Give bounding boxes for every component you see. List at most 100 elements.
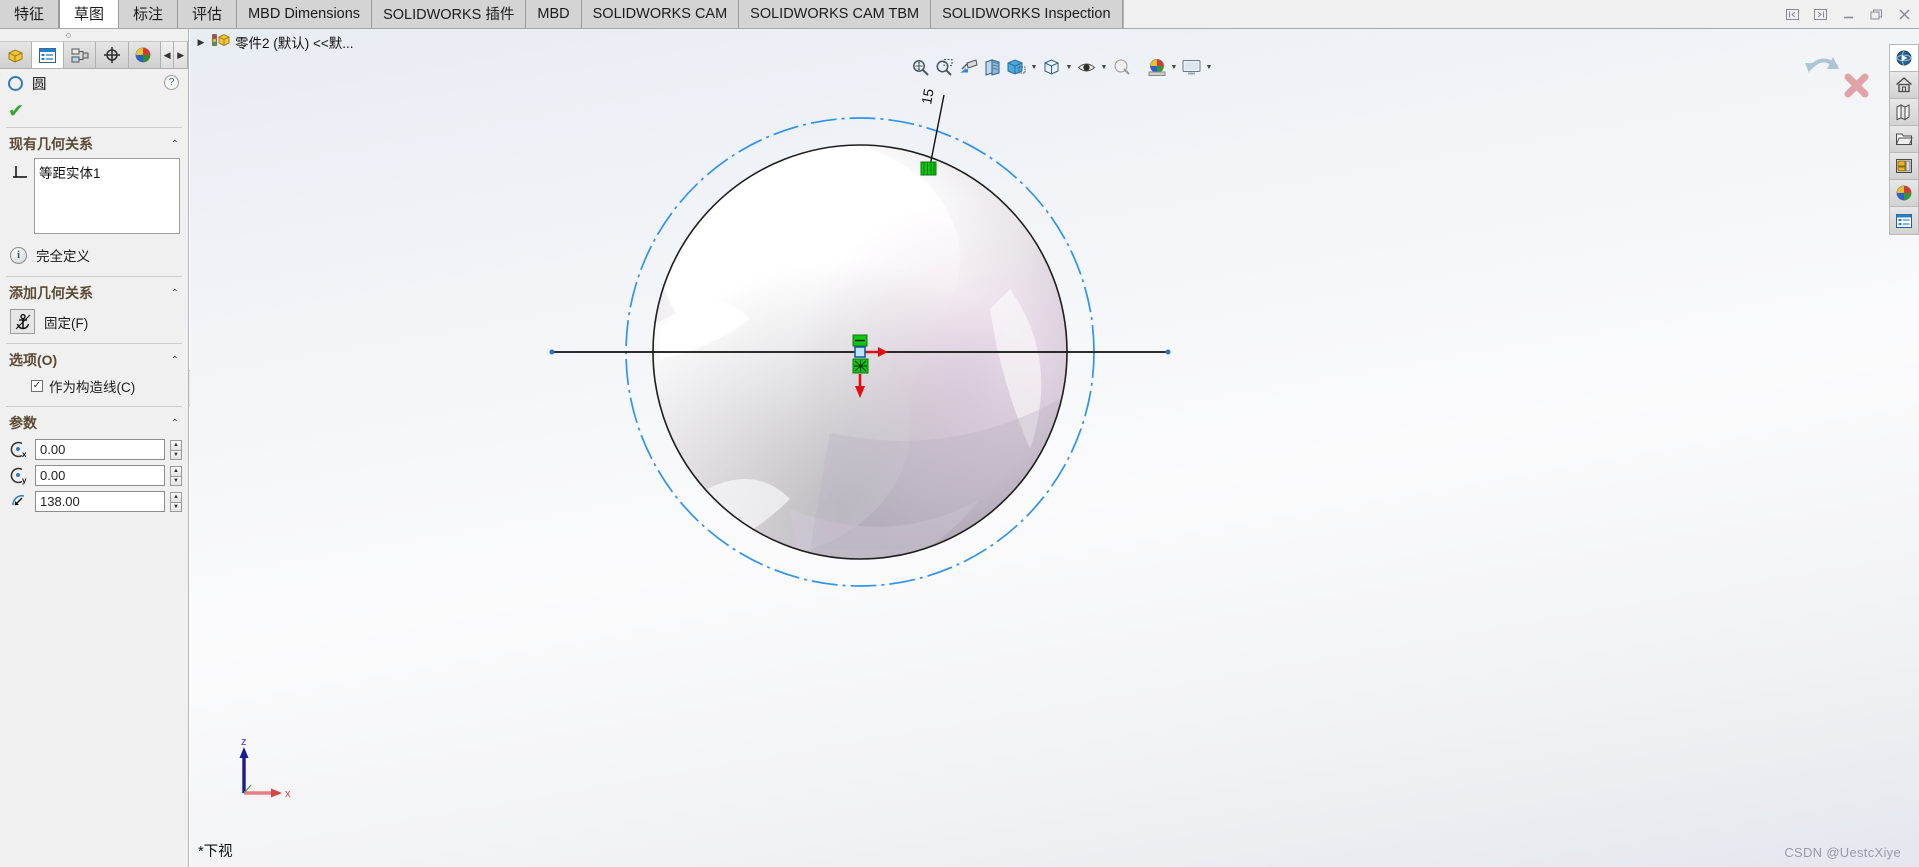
- custom-properties-icon[interactable]: [1890, 207, 1918, 234]
- for-construction-row[interactable]: ✓ 作为构造线(C): [0, 374, 188, 403]
- panel-pin-dot: [66, 33, 71, 38]
- chevron-up-icon[interactable]: ⌃: [171, 355, 179, 366]
- property-manager-header: 圆 ?: [0, 69, 188, 98]
- parameter-radius-row: 138.00 ▲ ▼: [0, 489, 188, 515]
- existing-relations-row: 等距实体1: [0, 158, 188, 234]
- ribbon-tab-1[interactable]: 特征: [0, 0, 60, 28]
- home-icon[interactable]: [1890, 72, 1918, 99]
- origin-point[interactable]: [854, 346, 866, 358]
- triad-z-label: z: [241, 737, 247, 748]
- view-settings-icon[interactable]: [1181, 57, 1202, 78]
- confirm-corner: [1803, 53, 1875, 103]
- collapse-left-icon[interactable]: [1784, 6, 1801, 23]
- pmtab-configuration-manager[interactable]: [64, 42, 97, 68]
- fix-relation-row: 固定(F): [0, 307, 188, 340]
- feature-tree-root-item[interactable]: ▶ 零件2 (默认) <<默...: [196, 32, 354, 53]
- circle-property-icon: [8, 76, 23, 91]
- property-ok-row: ✔: [0, 98, 188, 124]
- chevron-up-icon[interactable]: ⌃: [171, 139, 179, 150]
- ribbon-tab-5[interactable]: MBD Dimensions: [237, 0, 373, 28]
- ribbon-tab-8[interactable]: SOLIDWORKS CAM: [581, 0, 740, 28]
- property-manager-title: 圆: [32, 77, 47, 93]
- 3d-content-central-icon[interactable]: [1890, 45, 1918, 72]
- apply-scene-icon[interactable]: [1146, 57, 1167, 78]
- anchor-fix-icon[interactable]: [10, 309, 35, 334]
- minimize-icon[interactable]: [1840, 6, 1857, 23]
- center-y-stepper[interactable]: ▲ ▼: [170, 465, 182, 486]
- pmtab-property-manager[interactable]: [32, 42, 65, 68]
- axis-endpoint-right[interactable]: [1165, 349, 1171, 355]
- pmtab-scroll-right[interactable]: ▶: [174, 42, 188, 68]
- coordinate-triad: z x: [230, 736, 300, 807]
- relation-marker-fix[interactable]: [852, 358, 869, 374]
- center-y-input[interactable]: 0.00: [35, 465, 165, 486]
- task-pane-strip: [1889, 44, 1919, 235]
- section-title: 添加几何关系: [9, 285, 93, 301]
- graphics-viewport[interactable]: 15 ▶ 零件2 (默认) <<默... ▼ ▼ ▼ ▼ ▼ z x *下视 C…: [190, 29, 1919, 867]
- pmtab-dimxpert-manager[interactable]: [96, 42, 129, 68]
- chevron-down-icon[interactable]: ▼: [1205, 64, 1213, 71]
- info-icon: i: [10, 246, 27, 264]
- section-header-add-relations[interactable]: 添加几何关系 ⌃: [0, 277, 188, 307]
- part-stoplight-icon: [211, 32, 230, 53]
- pmtab-display-manager[interactable]: [128, 42, 161, 68]
- appearances-scenes-icon[interactable]: [1890, 180, 1918, 207]
- chevron-up-icon[interactable]: ⌃: [171, 418, 179, 429]
- restore-icon[interactable]: [1868, 6, 1885, 23]
- ribbon-tab-10[interactable]: SOLIDWORKS Inspection: [931, 0, 1123, 28]
- center-x-input[interactable]: 0.00: [35, 439, 165, 460]
- close-icon[interactable]: [1896, 6, 1913, 23]
- zoom-to-fit-icon[interactable]: [910, 57, 931, 78]
- ribbon-tab-3[interactable]: 标注: [119, 0, 179, 28]
- chevron-down-icon[interactable]: ▼: [1065, 64, 1073, 71]
- fix-relation-label: 固定(F): [44, 315, 89, 331]
- for-construction-checkbox[interactable]: ✓: [31, 380, 43, 392]
- edit-appearance-icon[interactable]: [1111, 57, 1132, 78]
- design-library-icon[interactable]: [1890, 99, 1918, 126]
- chevron-up-icon[interactable]: ⌃: [171, 288, 179, 299]
- chevron-down-icon[interactable]: ▼: [1100, 64, 1108, 71]
- radius-stepper[interactable]: ▲ ▼: [170, 491, 182, 512]
- parameter-center-x-row: x 0.00 ▲ ▼: [0, 437, 188, 463]
- center-x-stepper[interactable]: ▲ ▼: [170, 439, 182, 460]
- ribbon-tab-9[interactable]: SOLIDWORKS CAM TBM: [739, 0, 932, 28]
- help-icon[interactable]: ?: [164, 75, 179, 90]
- ribbon-tab-7[interactable]: MBD: [526, 0, 582, 28]
- chevron-down-icon[interactable]: ▼: [1030, 64, 1038, 71]
- section-view-icon[interactable]: [982, 57, 1003, 78]
- section-header-existing-relations[interactable]: 现有几何关系 ⌃: [0, 128, 188, 158]
- file-explorer-icon[interactable]: [1890, 126, 1918, 153]
- display-style-icon[interactable]: [1041, 57, 1062, 78]
- chevron-right-icon[interactable]: ▶: [196, 37, 206, 48]
- previous-view-icon[interactable]: [958, 57, 979, 78]
- svg-text:y: y: [22, 476, 27, 485]
- green-check-icon[interactable]: ✔: [8, 102, 24, 121]
- view-orientation-icon[interactable]: [1006, 57, 1027, 78]
- zoom-to-area-icon[interactable]: [934, 57, 955, 78]
- view-orientation-label: *下视: [198, 844, 233, 860]
- svg-text:x: x: [22, 450, 27, 459]
- hide-show-items-icon[interactable]: [1076, 57, 1097, 78]
- axis-endpoint-left[interactable]: [549, 349, 555, 355]
- existing-relations-list[interactable]: 等距实体1: [34, 158, 180, 234]
- radius-input[interactable]: 138.00: [35, 491, 165, 512]
- sketch-graphics: 15: [549, 87, 1171, 587]
- pmtab-scroll-left[interactable]: ◀: [160, 42, 175, 68]
- ribbon-tab-6[interactable]: SOLIDWORKS 插件: [372, 0, 527, 28]
- expand-right-icon[interactable]: [1812, 6, 1829, 23]
- window-controls: [1784, 0, 1913, 29]
- chevron-down-icon[interactable]: ▼: [1170, 64, 1178, 71]
- section-header-options[interactable]: 选项(O) ⌃: [0, 344, 188, 374]
- dimension-label: 15: [918, 87, 936, 105]
- relation-marker-fixed[interactable]: [920, 161, 937, 176]
- ribbon-tab-2[interactable]: 草图: [59, 0, 120, 28]
- center-y-icon: y: [8, 466, 30, 486]
- list-item[interactable]: 等距实体1: [39, 162, 175, 182]
- ribbon-tab-4[interactable]: 评估: [178, 0, 238, 28]
- property-manager-panel: ◀ ▶ 圆 ? ✔ 现有几何关系 ⌃ 等距实体1 i 完全定义 添加几何关系 ⌃: [0, 29, 189, 867]
- section-title: 现有几何关系: [9, 136, 93, 152]
- pmtab-feature-manager[interactable]: [0, 42, 33, 68]
- section-header-parameters[interactable]: 参数 ⌃: [0, 407, 188, 437]
- heads-up-view-toolbar: ▼ ▼ ▼ ▼ ▼: [910, 55, 1213, 79]
- view-palette-icon[interactable]: [1890, 153, 1918, 180]
